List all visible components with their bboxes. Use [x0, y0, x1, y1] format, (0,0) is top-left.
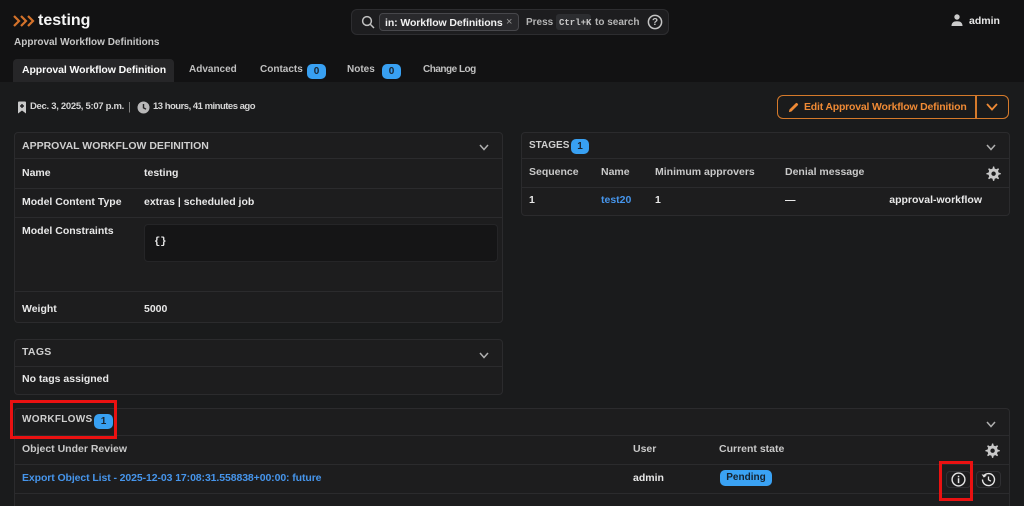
svg-text:?: ? — [652, 17, 658, 28]
